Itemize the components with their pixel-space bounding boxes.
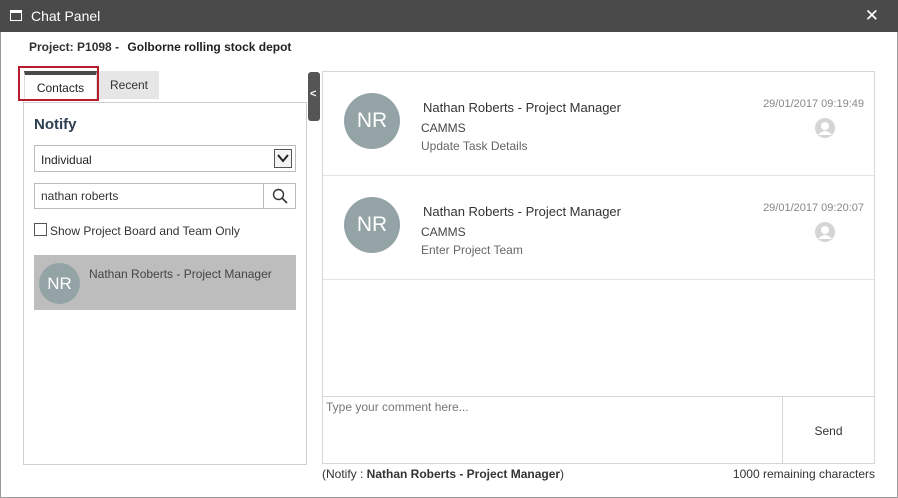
collapse-panel-button[interactable]: < bbox=[308, 72, 320, 121]
board-filter-checkbox[interactable] bbox=[34, 223, 47, 236]
notify-prefix: (Notify : bbox=[322, 467, 367, 481]
notify-type-select[interactable]: Individual bbox=[34, 145, 296, 172]
notify-type-value: Individual bbox=[41, 153, 92, 167]
window-icon bbox=[10, 10, 22, 21]
tab-highlight-frame bbox=[18, 66, 99, 101]
contact-list-item[interactable]: NR Nathan Roberts - Project Manager bbox=[34, 255, 296, 310]
board-filter-label: Show Project Board and Team Only bbox=[50, 224, 240, 238]
avatar: NR bbox=[39, 263, 80, 304]
notify-title: Notify bbox=[34, 116, 77, 133]
window-title: Chat Panel bbox=[31, 8, 101, 24]
title-bar: Chat Panel ✕ bbox=[0, 0, 898, 32]
comment-input[interactable] bbox=[323, 397, 782, 463]
remaining-characters: 1000 remaining characters bbox=[732, 467, 875, 481]
notify-suffix: ) bbox=[560, 467, 565, 481]
contact-search-input[interactable] bbox=[35, 184, 264, 208]
project-separator: - bbox=[115, 40, 120, 54]
contact-name: Nathan Roberts - Project Manager bbox=[89, 267, 272, 281]
message-action: Enter Project Team bbox=[421, 243, 523, 257]
project-code: Project: P1098 bbox=[29, 40, 112, 54]
message-item: NR Nathan Roberts - Project Manager CAMM… bbox=[323, 176, 874, 280]
message-org: CAMMS bbox=[421, 121, 466, 135]
chevron-down-icon[interactable] bbox=[274, 149, 292, 168]
message-org: CAMMS bbox=[421, 225, 466, 239]
user-icon bbox=[815, 118, 835, 138]
comment-box bbox=[322, 396, 783, 464]
message-time: 29/01/2017 09:20:07 bbox=[763, 202, 864, 214]
notify-recipient-line: (Notify : Nathan Roberts - Project Manag… bbox=[322, 467, 564, 481]
search-button[interactable] bbox=[263, 184, 295, 208]
message-sender: Nathan Roberts - Project Manager bbox=[423, 204, 621, 219]
message-sender: Nathan Roberts - Project Manager bbox=[423, 100, 621, 115]
contact-search bbox=[34, 183, 296, 209]
avatar: NR bbox=[344, 197, 400, 253]
close-icon[interactable]: ✕ bbox=[865, 6, 879, 26]
project-name: Golborne rolling stock depot bbox=[127, 40, 292, 54]
message-item: NR Nathan Roberts - Project Manager CAMM… bbox=[323, 72, 874, 176]
chevron-left-icon: < bbox=[310, 88, 317, 100]
notify-recipient: Nathan Roberts - Project Manager bbox=[366, 467, 561, 481]
search-icon bbox=[272, 188, 288, 204]
avatar: NR bbox=[344, 93, 400, 149]
user-icon bbox=[815, 222, 835, 242]
message-time: 29/01/2017 09:19:49 bbox=[763, 98, 864, 110]
message-action: Update Task Details bbox=[421, 139, 528, 153]
project-header: Project: P1098 - Golborne rolling stock … bbox=[29, 40, 291, 54]
tab-recent[interactable]: Recent bbox=[99, 71, 159, 99]
message-feed[interactable]: NR Nathan Roberts - Project Manager CAMM… bbox=[322, 71, 875, 397]
send-button[interactable]: Send bbox=[783, 396, 875, 464]
